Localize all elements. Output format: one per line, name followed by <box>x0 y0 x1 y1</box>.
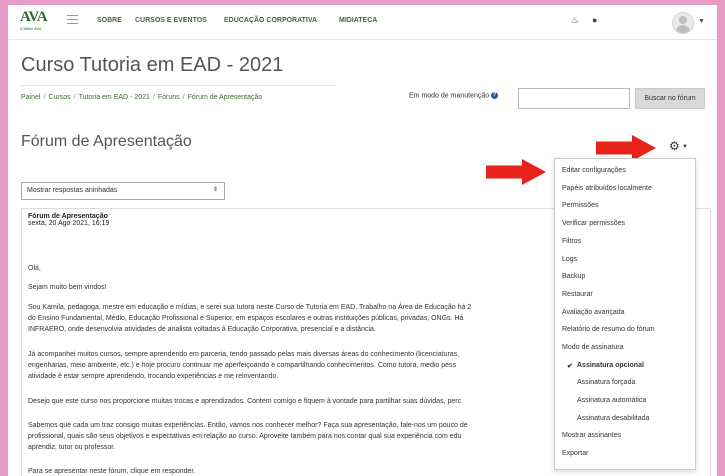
maintenance-mode-label: Em modo de manutenção ? <box>409 92 499 100</box>
bell-icon[interactable]: ♨ <box>571 15 579 26</box>
menu-item-papeis[interactable]: Papéis atribuídos localmente <box>562 185 652 192</box>
maintenance-text: Em modo de manutenção <box>409 92 490 100</box>
nav-link-midiateca[interactable]: MIDIATECA <box>339 17 377 24</box>
user-avatar[interactable] <box>672 12 694 34</box>
menu-item-restaurar[interactable]: Restaurar <box>562 291 593 298</box>
menu-item-verificar-permissoes[interactable]: Verificar permissões <box>562 220 625 227</box>
menu-item-logs[interactable]: Logs <box>562 256 577 263</box>
menu-item-relatorio[interactable]: Relatório de resumo do fórum <box>562 326 655 333</box>
menu-item-modo-assinatura: Modo de assinatura <box>562 344 624 351</box>
menu-item-editar-configuracoes[interactable]: Editar configurações <box>562 167 626 174</box>
help-icon[interactable]: ? <box>491 92 499 99</box>
chevron-down-icon[interactable]: ▼ <box>698 18 705 25</box>
menu-item-filtros[interactable]: Filtros <box>562 238 581 245</box>
menu-toggle-icon[interactable] <box>67 15 78 24</box>
post-line: Desejo que este curso nos proporcione mu… <box>28 398 462 405</box>
logo-text: AVA <box>20 9 48 25</box>
breadcrumb: Painel / Cursos / Tutoria em EAD - 2021/Fóru… <box>21 94 263 101</box>
chat-icon[interactable]: ● <box>592 15 597 25</box>
post-line: INFRAERO, onde desenvolvia atividades de… <box>28 326 376 333</box>
breadcrumb-item[interactable]: Cursos <box>48 94 70 101</box>
menu-item-exportar[interactable]: Exportar <box>562 450 588 457</box>
post-header: Fórum de Apresentação sexta, 20 Ago 2021… <box>28 213 109 227</box>
post-line: Sou Kamila, pedagoga, mestre em educação… <box>28 304 472 311</box>
post-line: Para se apresentar neste fórum, clique e… <box>28 468 196 475</box>
post-line: atividade é estar sempre aprendendo, tro… <box>28 373 279 380</box>
chevron-down-icon[interactable]: ▼ <box>682 144 688 150</box>
post-line: engenharias, meio ambiente, etc.) e hoje… <box>28 362 457 369</box>
nav-link-educacao[interactable]: EDUCAÇÃO CORPORATIVA <box>224 17 317 24</box>
breadcrumb-item[interactable]: Tutoria em EAD - 2021 <box>79 94 150 101</box>
post-line: profissional, quais são seus objetivos e… <box>28 433 462 440</box>
forum-search-input[interactable] <box>518 88 630 109</box>
post-line: do Ensino Fundamental, Médio, Educação P… <box>28 315 464 322</box>
post-line: Olá, <box>28 265 41 272</box>
nav-link-sobre[interactable]: SOBRE <box>97 17 122 24</box>
logo-subtext: ICMBio AVA <box>20 26 42 31</box>
menu-item-permissoes[interactable]: Permissões <box>562 202 599 209</box>
site-logo[interactable]: AVA ICMBio AVA <box>20 9 54 35</box>
search-forum-button[interactable]: Buscar no fórum <box>635 88 705 109</box>
post-title: Fórum de Apresentação <box>28 213 108 220</box>
select-arrows-icon: ⇕ <box>212 187 218 193</box>
browser-frame: AVA ICMBio AVA SOBRE CURSOS E EVENTOS ED… <box>8 5 717 476</box>
post-date: sexta, 20 Ago 2021, 16:19 <box>28 220 110 227</box>
post-line: Sejam muito bem vindos! <box>28 284 107 291</box>
forum-title: Fórum de Apresentação <box>21 133 192 150</box>
top-navbar: AVA ICMBio AVA SOBRE CURSOS E EVENTOS ED… <box>8 5 717 40</box>
post-line: Sabemos que cada um traz consigo muitas … <box>28 422 468 429</box>
course-title: Curso Tutoria em EAD - 2021 <box>21 54 284 76</box>
display-mode-select[interactable]: Mostrar respostas aninhadas ⇕ <box>21 182 225 200</box>
post-line: Já acompanhei muitos cursos, sempre apre… <box>28 351 460 358</box>
menu-item-avaliacao-avancada[interactable]: Avaliação avançada <box>562 309 625 316</box>
post-line: aprendiz, tutor ou professor. <box>28 444 116 451</box>
forum-admin-menu: Editar configurações Papéis atribuídos l… <box>554 158 696 470</box>
check-icon: ✔ <box>567 363 573 370</box>
menu-item-assinatura-automatica[interactable]: Assinatura automática <box>577 397 646 404</box>
breadcrumb-item[interactable]: Painel <box>21 94 40 101</box>
menu-item-assinatura-forcada[interactable]: Assinatura forçada <box>577 379 635 386</box>
divider <box>21 85 335 86</box>
red-arrow-icon <box>486 159 546 185</box>
menu-item-assinatura-opcional[interactable]: ✔ Assinatura opcional <box>567 362 644 370</box>
display-mode-value: Mostrar respostas aninhadas <box>27 187 118 194</box>
menu-item-backup[interactable]: Backup <box>562 273 585 280</box>
nav-link-cursos[interactable]: CURSOS E EVENTOS <box>135 17 207 24</box>
breadcrumb-item[interactable]: Fóruns <box>158 94 180 101</box>
gear-icon[interactable]: ⚙ <box>669 140 680 152</box>
menu-item-label: Assinatura opcional <box>577 362 644 369</box>
menu-item-mostrar-assinantes[interactable]: Mostrar assinantes <box>562 432 621 439</box>
breadcrumb-item[interactable]: Fórum de Apresentação <box>188 94 263 101</box>
menu-item-assinatura-desabilitada[interactable]: Assinatura desabilitada <box>577 415 649 422</box>
